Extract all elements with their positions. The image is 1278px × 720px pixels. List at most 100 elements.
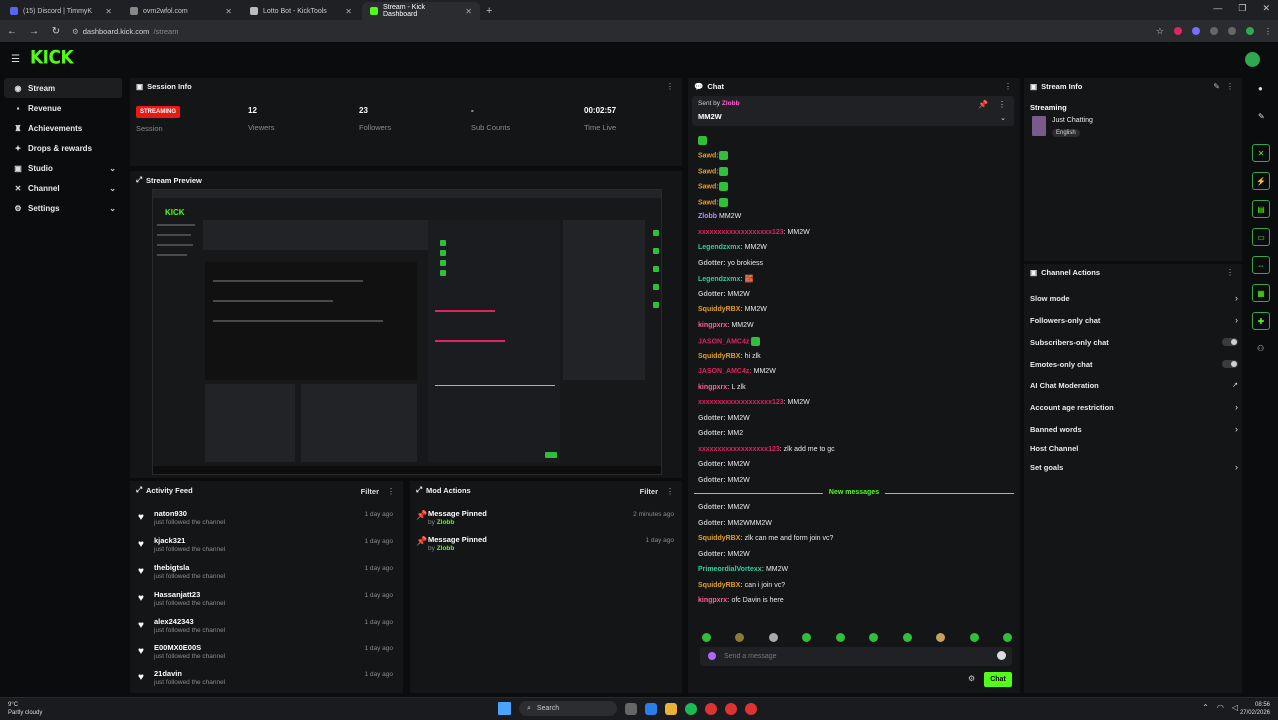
maximize-icon[interactable]: ❐ <box>1238 3 1246 14</box>
emote-button[interactable] <box>1002 633 1012 642</box>
emotes-only-toggle[interactable] <box>1222 360 1238 368</box>
chat-message[interactable]: Gdotter: MM2W <box>698 291 750 298</box>
rail-button-split-icon[interactable]: ⇔ <box>1252 256 1270 274</box>
chat-username[interactable]: kingpxrx: <box>698 322 730 329</box>
follower-name[interactable]: E00MX0E00S <box>154 643 201 652</box>
hamburger-menu-icon[interactable]: ☰ <box>11 54 20 65</box>
chat-message[interactable]: Gdotter: MM2W <box>698 504 750 511</box>
new-messages-divider[interactable]: New messages <box>694 489 1014 499</box>
chat-username[interactable]: Gdotter: <box>698 520 726 527</box>
emote-button[interactable] <box>969 633 979 642</box>
browser-tab[interactable]: Lotto Bot - KickTools ✕ <box>242 2 360 20</box>
chat-username[interactable]: Sawd: <box>698 153 719 160</box>
chat-username[interactable]: Legendzxmx: <box>698 244 743 251</box>
chat-message[interactable]: xxxxxxxxxxxxxxxxxxx123: MM2W <box>698 229 810 236</box>
follower-name[interactable]: 21davin <box>154 669 182 678</box>
chat-message[interactable]: Gdotter: MM2WMM2W <box>698 520 772 527</box>
chat-username[interactable]: Sawd: <box>698 184 719 191</box>
browser-tab[interactable]: ovm2wfol.com ✕ <box>122 2 240 20</box>
chat-username[interactable]: xxxxxxxxxxxxxxxxxxx123 <box>698 229 784 236</box>
sidebar-item-drops[interactable]: ✦ Drops & rewards <box>4 138 122 158</box>
sidebar-item-stream[interactable]: ◉ Stream <box>4 78 122 98</box>
taskbar-search[interactable]: ⌕ Search <box>519 701 617 716</box>
sidebar-item-revenue[interactable]: ▪ Revenue <box>4 98 122 118</box>
close-window-icon[interactable]: ✕ <box>1262 3 1270 14</box>
chat-message[interactable]: Gdotter: MM2W <box>698 477 750 484</box>
chevron-down-icon[interactable]: ⌄ <box>1000 114 1006 122</box>
chat-message[interactable]: JASON_AMC4z: MM2W <box>698 368 776 375</box>
extension-icon[interactable] <box>1174 27 1182 35</box>
extension-icon[interactable] <box>1228 27 1236 35</box>
pinned-message[interactable]: Sent by Zlobb MM2W 📌 ⋮ ⌄ <box>692 96 1014 126</box>
more-options-icon[interactable]: ⋮ <box>666 82 674 91</box>
reload-icon[interactable]: ↻ <box>50 26 62 37</box>
chat-message[interactable]: Gdotter: MM2W <box>698 415 750 422</box>
chat-message[interactable]: Sawd: <box>698 182 728 192</box>
chat-message[interactable]: PrimeordialVortexx: MM2W <box>698 566 788 573</box>
chat-message[interactable]: Gdotter: MM2W <box>698 551 750 558</box>
chat-message[interactable]: Sawd: <box>698 151 728 161</box>
chrome-icon[interactable] <box>725 702 737 715</box>
chat-message[interactable]: Zlobb MM2W <box>698 213 741 220</box>
subscribers-only-toggle[interactable] <box>1222 338 1238 346</box>
chrome-icon[interactable] <box>705 702 717 715</box>
volume-icon[interactable]: ◁ <box>1232 703 1238 712</box>
chat-message[interactable] <box>698 136 707 145</box>
file-explorer-icon[interactable] <box>665 702 677 715</box>
action-host-channel[interactable]: Host Channel <box>1030 439 1238 457</box>
emoji-picker-icon[interactable] <box>997 651 1006 660</box>
browser-tab[interactable]: (15) Discord | TimmyK ✕ <box>2 2 120 20</box>
pin-icon[interactable]: 📌 <box>978 100 988 109</box>
action-followers-only[interactable]: Followers-only chat › <box>1030 311 1238 329</box>
sidebar-item-studio[interactable]: ▣ Studio ⌄ <box>4 158 122 178</box>
action-account-age[interactable]: Account age restriction › <box>1030 398 1238 416</box>
bookmark-star-icon[interactable]: ☆ <box>1156 26 1164 37</box>
more-options-icon[interactable]: ⋮ <box>387 487 395 496</box>
emote-button[interactable] <box>735 633 745 642</box>
chat-username[interactable]: Sawd: <box>698 199 719 206</box>
close-icon[interactable]: ✕ <box>225 7 232 16</box>
chat-username[interactable]: PrimeordialVortexx: <box>698 566 764 573</box>
chat-username[interactable]: SquiddyRBX: <box>698 582 743 589</box>
back-icon[interactable]: ← <box>6 26 18 37</box>
chat-message[interactable]: Sawd: <box>698 166 728 176</box>
close-icon[interactable]: ✕ <box>345 7 352 16</box>
chat-message[interactable]: SquiddyRBX: MM2W <box>698 306 767 313</box>
chat-username[interactable]: Gdotter: <box>698 415 726 422</box>
spotify-icon[interactable] <box>685 702 697 715</box>
rail-button-bolt-icon[interactable]: ⚡ <box>1252 172 1270 190</box>
more-options-icon[interactable]: ⋮ <box>1226 82 1234 91</box>
chat-message[interactable]: SquiddyRBX: zlk can me and form join vc? <box>698 535 833 542</box>
chat-username[interactable]: xxxxxxxxxxxxxxxxxx123 <box>698 446 780 453</box>
weather-widget[interactable]: 9°C Partly cloudy <box>8 701 42 717</box>
more-options-icon[interactable]: ⋮ <box>1226 268 1234 277</box>
user-avatar[interactable] <box>1245 52 1260 67</box>
chat-message[interactable]: Legendzxmx: 🧱 <box>698 275 753 283</box>
users-icon[interactable]: ⚇ <box>1257 344 1264 353</box>
action-ai-moderation[interactable]: AI Chat Moderation ↗ <box>1030 376 1238 394</box>
chat-username[interactable]: kingpxrx: <box>698 384 730 391</box>
edit-pencil-icon[interactable]: ✎ <box>1258 112 1265 121</box>
chat-username[interactable]: Gdotter: <box>698 504 726 511</box>
extension-icon[interactable] <box>1210 27 1218 35</box>
emote-button[interactable] <box>835 633 845 642</box>
chat-username[interactable]: Zlobb <box>698 213 717 220</box>
more-options-icon[interactable]: ⋮ <box>1004 82 1012 91</box>
chat-message[interactable]: Gdotter: MM2W <box>698 461 750 468</box>
follower-name[interactable]: naton930 <box>154 509 187 518</box>
follower-name[interactable]: thebigtsla <box>154 563 189 572</box>
chat-message[interactable]: JASON_AMC4z <box>698 337 761 346</box>
emote-button[interactable] <box>768 633 778 642</box>
wifi-icon[interactable]: ◠ <box>1217 703 1224 712</box>
filter-button[interactable]: Filter <box>640 487 658 496</box>
chat-username[interactable]: Gdotter: <box>698 260 726 267</box>
chat-message[interactable]: kingpxrx: MM2W <box>698 322 754 329</box>
chat-message[interactable]: kingpxrx: ofc Davin is here <box>698 597 784 604</box>
close-icon[interactable]: ✕ <box>465 7 472 16</box>
chat-username[interactable]: Gdotter: <box>698 461 726 468</box>
minimize-icon[interactable]: — <box>1213 3 1222 14</box>
emote-button[interactable] <box>936 633 946 642</box>
chat-message[interactable]: Gdotter: MM2 <box>698 430 743 437</box>
emote-button[interactable] <box>702 633 711 642</box>
chat-message[interactable]: SquiddyRBX: can i join vc? <box>698 582 785 589</box>
